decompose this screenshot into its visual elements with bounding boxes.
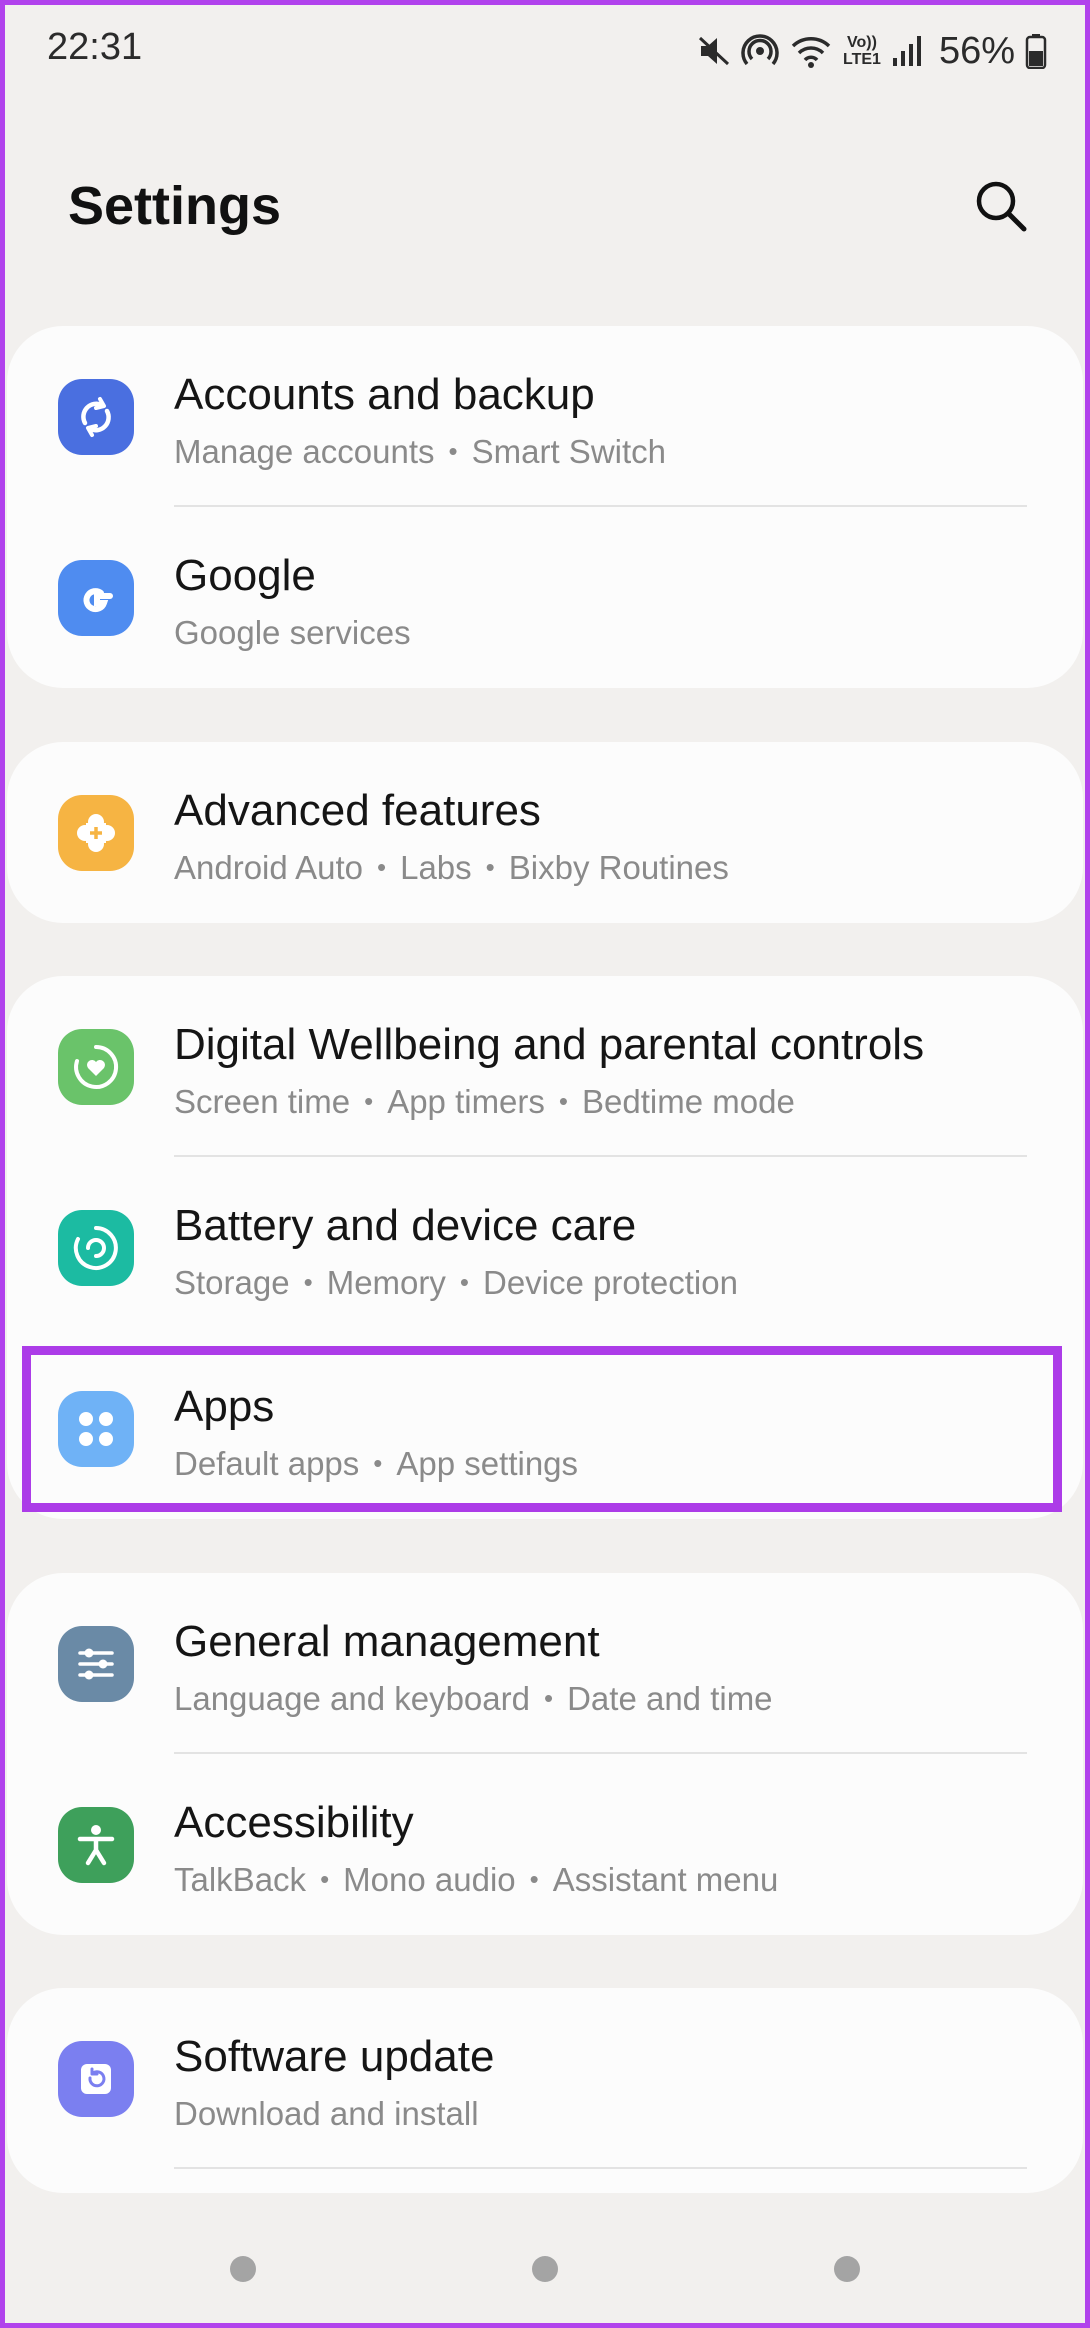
settings-item-battery-and-device-care[interactable]: Battery and device care Storage • Memory • D… bbox=[7, 1157, 1083, 1338]
item-title: Accounts and backup bbox=[174, 370, 595, 419]
battery-icon bbox=[1025, 33, 1047, 69]
puzzle-plus-icon bbox=[58, 795, 134, 871]
software-update-icon bbox=[58, 2041, 134, 2117]
settings-item-advanced-features[interactable]: Advanced features Android Auto • Labs • Bixb… bbox=[7, 742, 1083, 923]
item-title: Advanced features bbox=[174, 786, 541, 835]
item-subtitle: Screen time • App timers • Bedtime mode bbox=[174, 1083, 795, 1120]
hotspot-icon bbox=[741, 32, 779, 70]
accessibility-icon bbox=[58, 1807, 134, 1883]
settings-card: Advanced features Android Auto • Labs • Bixb… bbox=[7, 742, 1083, 923]
highlight-box bbox=[22, 1346, 1062, 1512]
item-title: Digital Wellbeing and parental controls bbox=[174, 1020, 925, 1069]
divider bbox=[174, 2167, 1027, 2169]
google-icon bbox=[58, 560, 134, 636]
settings-card: Software update Download and install bbox=[7, 1988, 1083, 2193]
item-subtitle: Google services bbox=[174, 614, 411, 651]
wifi-icon bbox=[789, 32, 833, 70]
status-bar: 22:31 Vo)) LTE1 56% bbox=[0, 0, 1090, 100]
settings-item-digital-wellbeing[interactable]: Digital Wellbeing and parental controls … bbox=[7, 976, 1083, 1157]
volte-line1: Vo)) bbox=[847, 34, 877, 51]
sliders-icon bbox=[58, 1626, 134, 1702]
settings-item-general-management[interactable]: General management Language and keyboard… bbox=[7, 1573, 1083, 1754]
item-subtitle: Manage accounts • Smart Switch bbox=[174, 433, 666, 470]
item-title: Battery and device care bbox=[174, 1201, 637, 1250]
page-title: Settings bbox=[68, 176, 282, 236]
sync-icon bbox=[58, 379, 134, 455]
search-icon bbox=[976, 181, 1027, 232]
settings-item-google[interactable]: Google Google services bbox=[7, 507, 1083, 688]
back-button[interactable] bbox=[834, 2256, 860, 2282]
item-title: General management bbox=[174, 1617, 600, 1666]
settings-item-software-update[interactable]: Software update Download and install bbox=[7, 1988, 1083, 2169]
item-title: Software update bbox=[174, 2032, 495, 2081]
navigation-bar bbox=[0, 2220, 1090, 2310]
signal-icon bbox=[891, 34, 923, 68]
settings-card: Accounts and backup Manage accounts • Smar… bbox=[7, 326, 1083, 688]
home-button[interactable] bbox=[532, 2256, 558, 2282]
settings-card: General management Language and keyboard… bbox=[7, 1573, 1083, 1935]
item-subtitle: Download and install bbox=[174, 2095, 479, 2132]
item-title: Accessibility bbox=[174, 1798, 414, 1847]
item-subtitle: Storage • Memory • Device protection bbox=[174, 1264, 738, 1301]
wellbeing-icon bbox=[58, 1029, 134, 1105]
volte-line2: LTE1 bbox=[843, 51, 881, 68]
settings-item-accessibility[interactable]: Accessibility TalkBack • Mono audio • Assist… bbox=[7, 1754, 1083, 1935]
settings-item-accounts-and-backup[interactable]: Accounts and backup Manage accounts • Smar… bbox=[7, 326, 1083, 507]
recents-button[interactable] bbox=[230, 2256, 256, 2282]
battery-percent: 56% bbox=[938, 29, 1015, 72]
mute-icon bbox=[697, 34, 731, 68]
status-icons: Vo)) LTE1 56% bbox=[697, 26, 1047, 76]
device-care-icon bbox=[58, 1210, 134, 1286]
status-time: 22:31 bbox=[47, 26, 143, 68]
item-subtitle: Language and keyboard • Date and time bbox=[174, 1680, 773, 1717]
search-button[interactable] bbox=[970, 175, 1032, 237]
item-subtitle: Android Auto • Labs • Bixby Routines bbox=[174, 849, 729, 886]
item-title: Google bbox=[174, 551, 316, 600]
volte-icon: Vo)) LTE1 bbox=[843, 34, 881, 68]
item-subtitle: TalkBack • Mono audio • Assistant menu bbox=[174, 1861, 779, 1898]
